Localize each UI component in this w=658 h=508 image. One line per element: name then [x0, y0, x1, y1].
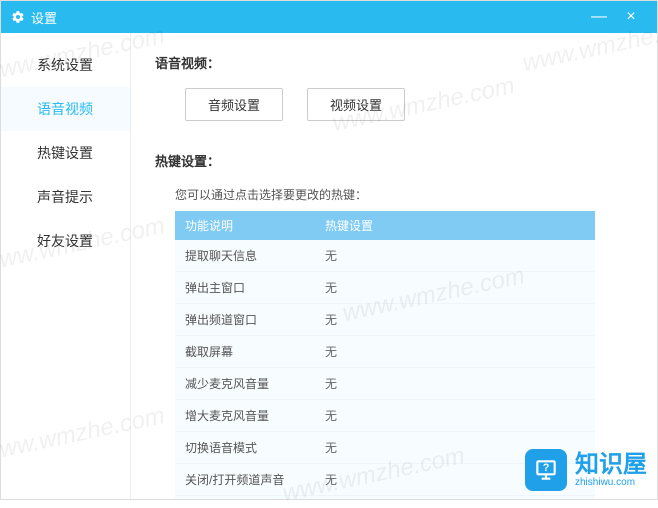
brand-badge: ? 知识屋 zhishiwu.com: [525, 449, 647, 491]
sidebar-item-friends[interactable]: 好友设置: [1, 219, 130, 263]
sidebar-item-label: 系统设置: [37, 57, 93, 73]
row-name: 提取聊天信息: [175, 240, 315, 271]
button-row: 音频设置 视频设置: [185, 88, 633, 121]
table-row[interactable]: 提取聊天信息无: [175, 240, 595, 272]
table-row[interactable]: 截取屏幕无: [175, 336, 595, 368]
gear-icon: [11, 10, 25, 24]
brand-sub: zhishiwu.com: [575, 477, 647, 488]
section-title-hotkey: 热键设置：: [155, 151, 633, 170]
sidebar: 系统设置 语音视频 热键设置 声音提示 好友设置: [1, 33, 131, 499]
sidebar-item-label: 语音视频: [37, 101, 93, 117]
sidebar-item-system[interactable]: 系统设置: [1, 43, 130, 87]
hotkey-table-header: 功能说明 热键设置: [175, 211, 595, 240]
table-row[interactable]: 关闭/打开频道麦克风无: [175, 496, 595, 499]
sidebar-item-label: 热键设置: [37, 145, 93, 161]
row-key: 无: [315, 304, 595, 335]
window-title: 设置: [31, 8, 583, 27]
row-key: 无: [315, 240, 595, 271]
row-key: 无: [315, 400, 595, 431]
title-bar: 设置 — ×: [1, 1, 657, 33]
sidebar-item-voice-video[interactable]: 语音视频: [1, 87, 130, 131]
sidebar-item-label: 声音提示: [37, 189, 93, 205]
brand-text-wrap: 知识屋 zhishiwu.com: [575, 453, 647, 488]
table-row[interactable]: 弹出主窗口无: [175, 272, 595, 304]
table-row[interactable]: 减少麦克风音量无: [175, 368, 595, 400]
brand-icon: ?: [525, 449, 567, 491]
brand-name: 知识屋: [575, 453, 647, 477]
svg-text:?: ?: [543, 462, 550, 474]
hotkey-hint: 您可以通过点击选择要更改的热键：: [175, 186, 633, 203]
table-row[interactable]: 弹出频道窗口无: [175, 304, 595, 336]
close-button[interactable]: ×: [615, 8, 647, 26]
video-settings-button[interactable]: 视频设置: [307, 88, 405, 121]
row-name: 弹出频道窗口: [175, 304, 315, 335]
minimize-button[interactable]: —: [583, 8, 615, 26]
sidebar-item-sound[interactable]: 声音提示: [1, 175, 130, 219]
row-key: 无: [315, 272, 595, 303]
row-name: 减少麦克风音量: [175, 368, 315, 399]
row-key: 无: [315, 496, 595, 499]
content: 语音视频： 音频设置 视频设置 热键设置： 您可以通过点击选择要更改的热键： 功…: [131, 33, 657, 499]
row-key: 无: [315, 336, 595, 367]
row-name: 切换语音模式: [175, 432, 315, 463]
header-function: 功能说明: [175, 211, 315, 240]
row-name: 关闭/打开频道麦克风: [175, 496, 315, 499]
row-key: 无: [315, 368, 595, 399]
header-key: 热键设置: [315, 211, 595, 240]
row-name: 增大麦克风音量: [175, 400, 315, 431]
body: 系统设置 语音视频 热键设置 声音提示 好友设置 语音视频： 音频设置 视频设置…: [1, 33, 657, 499]
table-row[interactable]: 增大麦克风音量无: [175, 400, 595, 432]
row-name: 弹出主窗口: [175, 272, 315, 303]
sidebar-item-hotkey[interactable]: 热键设置: [1, 131, 130, 175]
row-name: 关闭/打开频道声音: [175, 464, 315, 495]
row-name: 截取屏幕: [175, 336, 315, 367]
section-title-voice-video: 语音视频：: [155, 53, 633, 72]
sidebar-item-label: 好友设置: [37, 233, 93, 249]
audio-settings-button[interactable]: 音频设置: [185, 88, 283, 121]
